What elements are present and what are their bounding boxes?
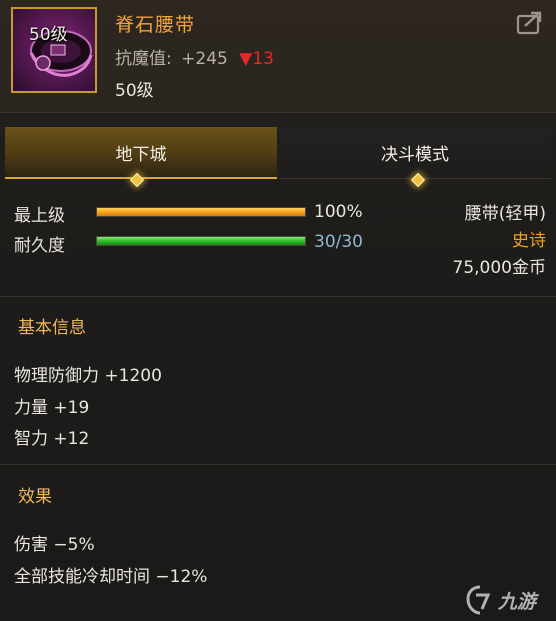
basic-info-line: 智力 +12 bbox=[14, 429, 90, 449]
resistance-change: ▼13 bbox=[239, 49, 274, 69]
section-divider-2 bbox=[0, 464, 556, 465]
basic-info-line: 物理防御力 +1200 bbox=[14, 366, 162, 386]
share-icon[interactable] bbox=[516, 10, 544, 36]
item-price: 75,000金币 bbox=[452, 258, 546, 278]
grade-value: 100% bbox=[314, 202, 363, 222]
item-header: 50级 脊石腰带 抗魔值: +245 ▼13 50级 bbox=[0, 0, 556, 112]
durability-value: 30/30 bbox=[314, 232, 363, 252]
grade-bar-fill bbox=[97, 208, 305, 216]
tab-dungeon[interactable]: 地下城 bbox=[5, 127, 277, 179]
resistance-label: 抗魔值: bbox=[115, 49, 172, 69]
tab-pvp[interactable]: 决斗模式 bbox=[279, 127, 551, 179]
item-icon-frame: 50级 bbox=[11, 7, 97, 93]
effect-line: 全部技能冷却时间 −12% bbox=[14, 567, 208, 587]
durability-label: 耐久度 bbox=[14, 236, 65, 256]
item-tooltip-panel: 50级 脊石腰带 抗魔值: +245 ▼13 50级 地下城 决斗模式 最上级 … bbox=[0, 0, 556, 621]
grade-label: 最上级 bbox=[14, 206, 65, 226]
item-name: 脊石腰带 bbox=[115, 14, 196, 36]
durability-bar-fill bbox=[97, 237, 305, 245]
header-divider bbox=[0, 112, 556, 113]
watermark: 九游 bbox=[466, 584, 552, 616]
basic-info-line: 力量 +19 bbox=[14, 398, 90, 418]
resistance-value: +245 bbox=[181, 49, 228, 69]
tab-dungeon-label: 地下城 bbox=[115, 144, 167, 165]
required-level: 50级 bbox=[115, 81, 154, 101]
item-type: 腰带(轻甲) bbox=[464, 204, 546, 224]
mode-tabs: 地下城 决斗模式 bbox=[5, 127, 551, 179]
resistance-stat: 抗魔值: +245 ▼13 bbox=[115, 44, 274, 69]
grade-bar bbox=[96, 207, 306, 217]
basic-info-title: 基本信息 bbox=[18, 318, 86, 338]
durability-bar bbox=[96, 236, 306, 246]
tab-pvp-label: 决斗模式 bbox=[381, 145, 449, 165]
effect-line: 伤害 −5% bbox=[14, 535, 95, 555]
item-rarity: 史诗 bbox=[512, 231, 546, 251]
watermark-text: 九游 bbox=[498, 590, 537, 613]
section-divider-1 bbox=[0, 296, 556, 297]
effects-title: 效果 bbox=[18, 487, 52, 507]
item-level-badge: 50级 bbox=[29, 25, 68, 45]
watermark-logo-icon bbox=[466, 585, 491, 615]
